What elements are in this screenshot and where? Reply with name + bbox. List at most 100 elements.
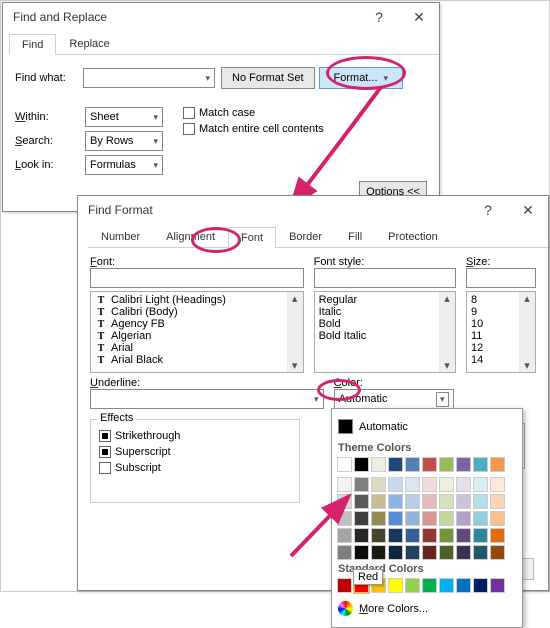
color-swatch[interactable] bbox=[405, 477, 420, 492]
color-swatch[interactable] bbox=[337, 457, 352, 472]
color-swatch[interactable] bbox=[422, 511, 437, 526]
color-swatch[interactable] bbox=[456, 511, 471, 526]
find-what-input[interactable]: ▾ bbox=[83, 68, 215, 88]
color-swatch[interactable] bbox=[439, 578, 454, 593]
scrollbar[interactable]: ▴▾ bbox=[519, 292, 535, 372]
color-swatch[interactable] bbox=[473, 511, 488, 526]
color-swatch[interactable] bbox=[337, 528, 352, 543]
color-swatch[interactable] bbox=[371, 511, 386, 526]
color-swatch[interactable] bbox=[371, 457, 386, 472]
scrollbar[interactable]: ▴▾ bbox=[287, 292, 303, 372]
color-swatch[interactable] bbox=[456, 578, 471, 593]
font-input[interactable] bbox=[90, 268, 304, 288]
color-swatch[interactable] bbox=[388, 578, 403, 593]
color-swatch[interactable] bbox=[354, 545, 369, 560]
color-swatch[interactable] bbox=[456, 477, 471, 492]
color-swatch[interactable] bbox=[473, 494, 488, 509]
tab-font[interactable]: Font bbox=[228, 227, 276, 248]
color-swatch[interactable] bbox=[422, 477, 437, 492]
font-style-list[interactable]: Regular Italic Bold Bold Italic ▴▾ bbox=[314, 291, 456, 373]
search-select[interactable]: By Rows▾ bbox=[85, 131, 163, 151]
color-swatch[interactable] bbox=[354, 494, 369, 509]
color-swatch[interactable] bbox=[422, 528, 437, 543]
color-swatch[interactable] bbox=[405, 545, 420, 560]
format-button[interactable]: Format...▾ bbox=[319, 67, 404, 89]
color-swatch[interactable] bbox=[490, 457, 505, 472]
size-input[interactable] bbox=[466, 268, 536, 288]
color-swatch[interactable] bbox=[405, 578, 420, 593]
tab-border[interactable]: Border bbox=[276, 226, 335, 247]
color-swatch[interactable] bbox=[388, 511, 403, 526]
color-swatch[interactable] bbox=[422, 494, 437, 509]
tab-alignment[interactable]: Alignment bbox=[153, 226, 228, 247]
color-swatch[interactable] bbox=[490, 477, 505, 492]
color-swatch[interactable] bbox=[490, 578, 505, 593]
strikethrough-check[interactable]: Strikethrough bbox=[99, 430, 291, 442]
color-swatch[interactable] bbox=[473, 578, 488, 593]
color-swatch[interactable] bbox=[473, 477, 488, 492]
size-list[interactable]: 8 9 10 11 12 14 ▴▾ bbox=[466, 291, 536, 373]
color-swatch[interactable] bbox=[388, 528, 403, 543]
color-swatch[interactable] bbox=[490, 511, 505, 526]
more-colors-option[interactable]: More Colors... bbox=[336, 598, 518, 619]
lookin-select[interactable]: Formulas▾ bbox=[85, 155, 163, 175]
tab-protection[interactable]: Protection bbox=[375, 226, 451, 247]
color-swatch[interactable] bbox=[354, 528, 369, 543]
color-swatch[interactable] bbox=[439, 477, 454, 492]
automatic-option[interactable]: Automatic bbox=[336, 417, 518, 436]
color-swatch[interactable] bbox=[337, 494, 352, 509]
help-icon[interactable]: ? bbox=[468, 196, 508, 224]
no-format-button[interactable]: No Format Set bbox=[221, 67, 315, 89]
color-swatch[interactable] bbox=[337, 545, 352, 560]
color-swatch[interactable] bbox=[439, 545, 454, 560]
color-swatch[interactable] bbox=[473, 545, 488, 560]
color-swatch[interactable] bbox=[422, 545, 437, 560]
color-swatch[interactable] bbox=[388, 457, 403, 472]
color-swatch[interactable] bbox=[473, 457, 488, 472]
color-swatch[interactable] bbox=[371, 494, 386, 509]
tab-fill[interactable]: Fill bbox=[335, 226, 375, 247]
color-swatch[interactable] bbox=[388, 477, 403, 492]
scrollbar[interactable]: ▴▾ bbox=[439, 292, 455, 372]
color-swatch[interactable] bbox=[456, 494, 471, 509]
color-swatch[interactable] bbox=[405, 528, 420, 543]
color-swatch[interactable] bbox=[354, 477, 369, 492]
color-swatch[interactable] bbox=[337, 511, 352, 526]
color-swatch[interactable] bbox=[405, 457, 420, 472]
color-swatch[interactable] bbox=[456, 545, 471, 560]
tab-number[interactable]: Number bbox=[88, 226, 153, 247]
color-swatch[interactable] bbox=[439, 528, 454, 543]
color-swatch[interactable] bbox=[405, 494, 420, 509]
match-entire-check[interactable]: Match entire cell contents bbox=[183, 123, 324, 135]
color-swatch[interactable] bbox=[456, 528, 471, 543]
color-swatch[interactable] bbox=[371, 528, 386, 543]
superscript-check[interactable]: Superscript bbox=[99, 446, 291, 458]
tab-replace[interactable]: Replace bbox=[56, 33, 122, 54]
tab-find[interactable]: Find bbox=[9, 34, 56, 55]
color-swatch[interactable] bbox=[388, 545, 403, 560]
close-icon[interactable]: ✕ bbox=[508, 196, 548, 224]
underline-select[interactable]: ▾ bbox=[90, 389, 324, 409]
color-swatch[interactable] bbox=[337, 477, 352, 492]
color-swatch[interactable] bbox=[439, 511, 454, 526]
help-icon[interactable]: ? bbox=[359, 3, 399, 31]
color-swatch[interactable] bbox=[490, 528, 505, 543]
color-swatch[interactable] bbox=[422, 457, 437, 472]
color-swatch[interactable] bbox=[354, 511, 369, 526]
color-swatch[interactable] bbox=[354, 457, 369, 472]
color-swatch[interactable] bbox=[490, 494, 505, 509]
match-case-check[interactable]: Match case bbox=[183, 107, 324, 119]
font-list[interactable]: TCalibri Light (Headings) TCalibri (Body… bbox=[90, 291, 304, 373]
color-select[interactable]: Automatic▾ bbox=[334, 389, 454, 409]
close-icon[interactable]: ✕ bbox=[399, 3, 439, 31]
color-swatch[interactable] bbox=[371, 545, 386, 560]
subscript-check[interactable]: Subscript bbox=[99, 462, 291, 474]
color-swatch[interactable] bbox=[371, 477, 386, 492]
font-style-input[interactable] bbox=[314, 268, 456, 288]
color-swatch[interactable] bbox=[439, 457, 454, 472]
color-swatch[interactable] bbox=[422, 578, 437, 593]
color-swatch[interactable] bbox=[439, 494, 454, 509]
within-select[interactable]: Sheet▾ bbox=[85, 107, 163, 127]
color-swatch[interactable] bbox=[337, 578, 352, 593]
color-swatch[interactable] bbox=[473, 528, 488, 543]
